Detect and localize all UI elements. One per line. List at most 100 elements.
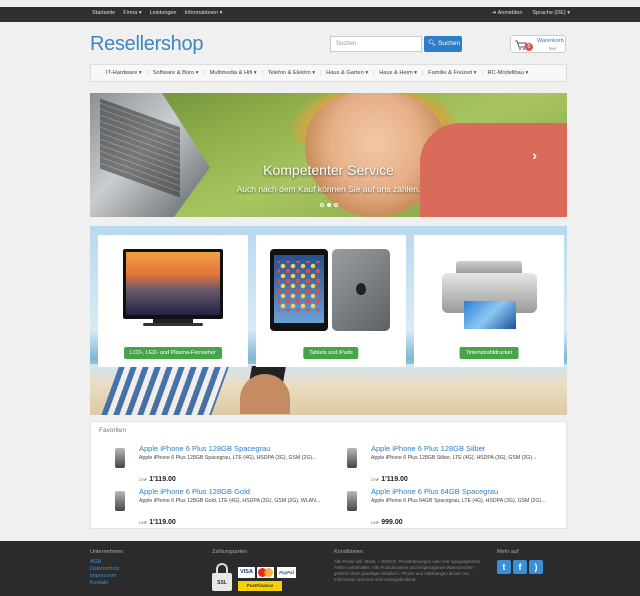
category-button-tv[interactable]: LCD-, LED- und Plasma-Fernseher (124, 347, 222, 359)
product-title[interactable]: Apple iPhone 6 Plus 128GB Silber (371, 444, 485, 453)
nav-it-hardware[interactable]: IT-Hardware ▾ (101, 70, 148, 76)
site-footer: Unternehmen AGB Datenschutz Impressum Ko… (0, 541, 640, 596)
paypal-icon: PayPal (277, 567, 296, 578)
product-description: Apple iPhone 6 Plus 128GB Spacegrau, LTE… (139, 455, 317, 461)
footer-conditions-title: Konditionen (334, 549, 364, 555)
top-link-firma[interactable]: Firma ▾ (123, 10, 141, 16)
phone-image (115, 448, 125, 468)
category-button-tablets[interactable]: Tablets und iPads (303, 347, 359, 359)
category-card-tv[interactable]: LCD-, LED- und Plasma-Fernseher (98, 235, 248, 367)
twitter-icon[interactable]: t (497, 560, 511, 574)
carousel-dot[interactable] (334, 203, 338, 207)
ipad-back-image (332, 249, 390, 331)
favorites-panel: Favoriten Apple iPhone 6 Plus 128GB Spac… (90, 421, 567, 529)
facebook-icon[interactable]: f (513, 560, 527, 574)
phone-image (347, 448, 357, 468)
top-right: ➜ Anmelden Sprache (DE) ▾ (492, 10, 570, 16)
tv-image (123, 249, 223, 326)
product-price: CHF 1'119.00 (139, 476, 176, 483)
product-price: CHF 999.00 (371, 519, 403, 526)
hero-title: Kompetenter Service (263, 162, 394, 178)
nav-telefon[interactable]: Telefon & Elektro ▾ (263, 70, 322, 76)
language-dropdown[interactable]: Sprache (DE) ▾ (532, 10, 570, 16)
footer-payment: Zahlungsarten SSL VISA PayPal PostFinanc… (212, 549, 296, 591)
hero-subtitle: Auch nach dem Kauf können Sie auf uns zä… (236, 184, 421, 194)
currency: CHF (139, 520, 148, 525)
rss-icon[interactable]: ) (529, 560, 543, 574)
carousel-dot-active[interactable] (327, 203, 331, 207)
nav-multimedia[interactable]: Multimedia & Hifi ▾ (205, 70, 263, 76)
logo-reseller: Reseller (90, 33, 161, 55)
cart-status: leer (549, 46, 557, 51)
nav-haus-heim[interactable]: Haus & Heim ▾ (374, 70, 424, 76)
search-button-label: Suchen (438, 40, 461, 47)
footer-link-kontakt[interactable]: Kontakt (90, 580, 123, 587)
carousel-next-icon[interactable]: › (532, 147, 537, 163)
category-button-printers[interactable]: Tintenstrahldrucker (459, 347, 519, 359)
carousel-dot[interactable] (320, 203, 324, 207)
phone-image (115, 491, 125, 511)
product-description: Apple iPhone 6 Plus 128GB Gold, LTE (4G)… (139, 498, 321, 504)
site-logo[interactable]: Resellershop (90, 33, 203, 56)
product-price: CHF 1'119.00 (371, 476, 408, 483)
beach-chair-image (100, 366, 230, 415)
cart-label: Warenkorb (537, 38, 564, 44)
product-item[interactable]: Apple iPhone 6 Plus 128GB Spacegrau Appl… (115, 444, 325, 484)
nav-software[interactable]: Software & Büro ▾ (148, 70, 205, 76)
currency: CHF (371, 520, 380, 525)
footer-link-agb[interactable]: AGB (90, 559, 123, 566)
footer-social: Mehr auf (497, 549, 519, 559)
product-item[interactable]: Apple iPhone 6 Plus 128GB Gold Apple iPh… (115, 487, 325, 527)
printer-image (442, 261, 537, 329)
social-icons: t f ) (497, 560, 543, 574)
product-description: Apple iPhone 6 Plus 64GB Spacegrau, LTE … (371, 498, 546, 504)
top-bar: Startseite Firma ▾ Leistungen Informatio… (0, 7, 640, 22)
category-card-printers[interactable]: Tintenstrahldrucker (414, 235, 564, 367)
search-icon: 🔍︎ (428, 40, 437, 47)
footer-payment-title: Zahlungsarten (212, 549, 248, 555)
mastercard-icon (257, 567, 274, 578)
search-button[interactable]: 🔍︎ Suchen (424, 36, 462, 52)
hero-carousel[interactable]: Kompetenter Service Auch nach dem Kauf k… (90, 93, 567, 217)
top-links: Startseite Firma ▾ Leistungen Informatio… (92, 10, 222, 16)
product-item[interactable]: Apple iPhone 6 Plus 64GB Spacegrau Apple… (347, 487, 557, 527)
product-title[interactable]: Apple iPhone 6 Plus 128GB Gold (139, 487, 250, 496)
footer-company-title: Unternehmen (90, 549, 124, 555)
footer-conditions-text: Alle Preise inkl. MwSt. + SWICO. Preisän… (334, 559, 481, 582)
price-value: 1'119.00 (381, 476, 408, 483)
ipad-front-image (270, 249, 328, 331)
category-nav: IT-Hardware ▾ Software & Büro ▾ Multimed… (90, 64, 567, 82)
product-item[interactable]: Apple iPhone 6 Plus 128GB Silber Apple i… (347, 444, 557, 484)
footer-conditions: Konditionen Alle Preise inkl. MwSt. + SW… (334, 549, 484, 583)
top-link-informationen[interactable]: Informationen ▾ (185, 10, 223, 16)
product-title[interactable]: Apple iPhone 6 Plus 128GB Spacegrau (139, 444, 270, 453)
visa-icon: VISA (238, 567, 255, 578)
nav-familie[interactable]: Familie & Freizeit ▾ (423, 70, 483, 76)
favorites-heading: Favoriten (99, 427, 127, 434)
currency: CHF (139, 477, 148, 482)
phone-image (347, 491, 357, 511)
logo-shop: shop (160, 33, 204, 55)
product-title[interactable]: Apple iPhone 6 Plus 64GB Spacegrau (371, 487, 498, 496)
top-link-startseite[interactable]: Startseite (92, 10, 115, 16)
category-showcase: LCD-, LED- und Plasma-Fernseher Tablets … (90, 226, 567, 415)
category-card-tablets[interactable]: Tablets und iPads (256, 235, 406, 367)
nav-rc-modellbau[interactable]: RC-Modellbau ▾ (483, 70, 534, 76)
postfinance-icon: PostFinance (238, 581, 282, 591)
footer-link-datenschutz[interactable]: Datenschutz (90, 566, 123, 573)
footer-social-title: Mehr auf (497, 549, 519, 555)
price-value: 999.00 (381, 519, 403, 526)
login-link[interactable]: ➜ Anmelden (492, 10, 523, 16)
currency: CHF (371, 477, 380, 482)
search-input[interactable]: Suchen (330, 36, 422, 52)
carousel-indicators (320, 203, 338, 207)
top-link-leistungen[interactable]: Leistungen (150, 10, 177, 16)
product-price: CHF 1'119.00 (139, 519, 176, 526)
cart-button[interactable]: 0 Warenkorb leer (510, 35, 566, 53)
ssl-lock-icon: SSL (212, 563, 232, 593)
price-value: 1'119.00 (149, 519, 176, 526)
hero-laptop-image (90, 93, 210, 217)
cart-count-badge: 0 (525, 43, 533, 51)
footer-link-impressum[interactable]: Impressum (90, 573, 123, 580)
nav-haus-garten[interactable]: Haus & Garten ▾ (321, 70, 375, 76)
